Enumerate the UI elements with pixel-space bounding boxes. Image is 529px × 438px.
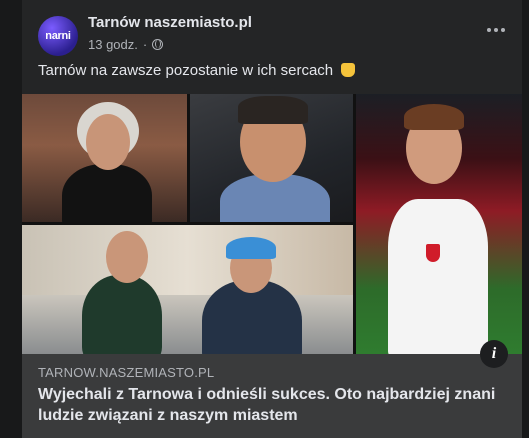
photo-smiling-man [190, 94, 353, 222]
post-message: Tarnów na zawsze pozostanie w ich sercac… [38, 62, 334, 79]
post-image[interactable] [22, 94, 522, 354]
page-avatar[interactable]: narni [38, 16, 78, 56]
photo-older-man [22, 94, 187, 222]
photo-football-player [356, 94, 522, 354]
post-meta: 13 godz. · [88, 37, 164, 52]
photo-two-men-square [22, 225, 353, 354]
post-card: narni Tarnów naszemiasto.pl 13 godz. · T… [22, 0, 522, 438]
pointing-down-emoji-icon [341, 63, 356, 77]
link-domain: TARNOW.NASZEMIASTO.PL [38, 365, 215, 380]
post-header: narni Tarnów naszemiasto.pl 13 godz. · [22, 0, 522, 60]
link-title[interactable]: Wyjechali z Tarnowa i odnieśli sukces. O… [38, 384, 508, 426]
post-timestamp[interactable]: 13 godz. [88, 37, 138, 52]
link-preview[interactable]: TARNOW.NASZEMIASTO.PL Wyjechali z Tarnow… [22, 354, 522, 438]
meta-separator: · [142, 37, 148, 52]
post-text: Tarnów na zawsze pozostanie w ich sercac… [38, 62, 356, 79]
page-name-link[interactable]: Tarnów naszemiasto.pl [88, 14, 252, 31]
dot [494, 28, 498, 32]
more-horizontal-icon[interactable] [484, 22, 508, 38]
info-icon[interactable]: i [480, 340, 508, 368]
dot [501, 28, 505, 32]
dot [487, 28, 491, 32]
globe-icon [152, 39, 164, 50]
